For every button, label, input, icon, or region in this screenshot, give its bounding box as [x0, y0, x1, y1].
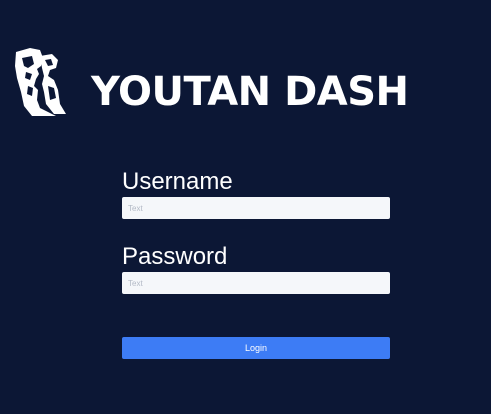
moai-statue-icon: [15, 48, 66, 116]
login-button[interactable]: Login: [122, 337, 390, 359]
password-label: Password: [122, 243, 228, 270]
password-input[interactable]: [122, 272, 390, 294]
username-label: Username: [122, 168, 233, 195]
brand-title: YOUTAN DASH: [91, 69, 409, 115]
login-page: YOUTAN DASH Username Password Login: [0, 0, 491, 414]
username-input[interactable]: [122, 197, 390, 219]
